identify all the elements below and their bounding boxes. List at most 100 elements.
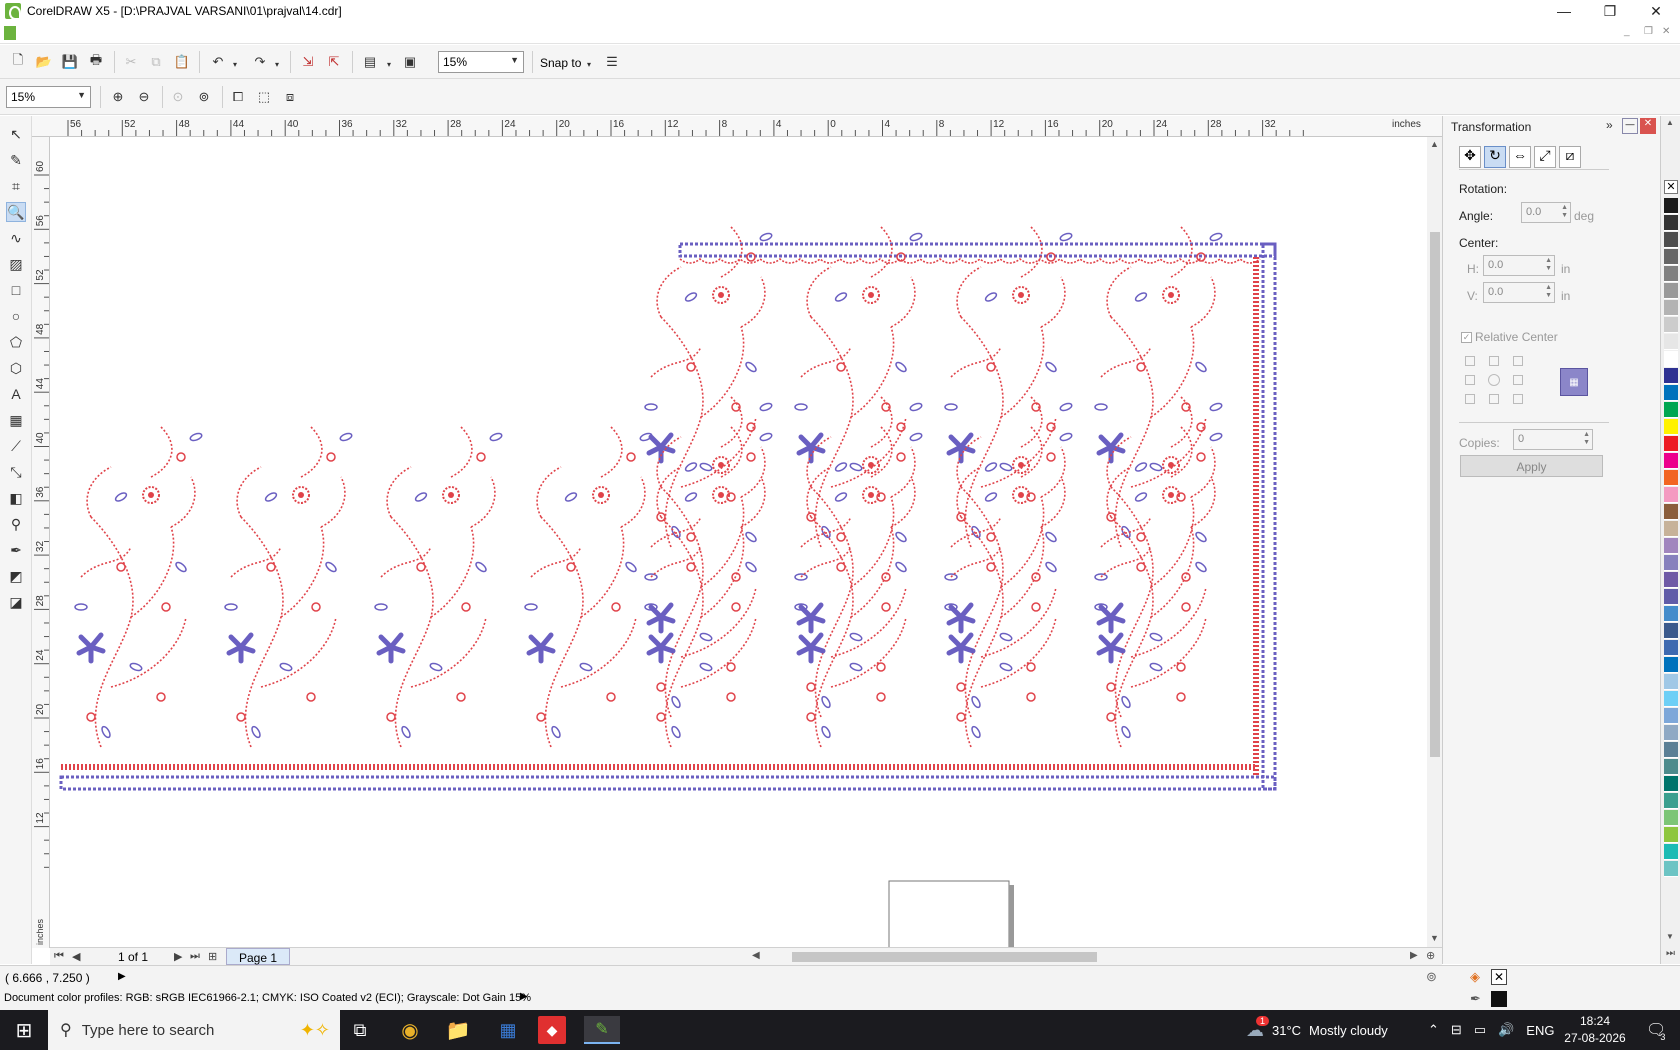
zoom-levels-combo[interactable]: 15% ▼ <box>438 51 524 73</box>
horizontal-scrollbar[interactable]: ◀ ▶ ⊕ <box>750 948 1440 966</box>
relative-center-checkbox[interactable]: ✓ <box>1461 332 1472 343</box>
doc-minimize-icon[interactable]: _ <box>1624 26 1630 37</box>
clock[interactable]: 18:24 27-08-2026 <box>1560 1013 1630 1047</box>
cut-icon[interactable]: ✂ <box>121 52 141 72</box>
maximize-button[interactable]: ❐ <box>1587 0 1633 22</box>
zoom-to-all-objects-icon[interactable]: ⊚ <box>194 87 214 107</box>
calculator-icon[interactable]: ▦ <box>490 1016 526 1044</box>
welcome-screen-icon[interactable]: ▣ <box>400 52 420 72</box>
color-swatch[interactable] <box>1664 572 1678 588</box>
color-swatch[interactable] <box>1664 453 1678 469</box>
basic-shapes-tool-icon[interactable]: ⬡ <box>6 358 26 378</box>
color-swatch[interactable] <box>1664 538 1678 554</box>
color-swatch[interactable] <box>1664 759 1678 775</box>
fill-none-swatch[interactable]: ✕ <box>1491 969 1507 985</box>
crop-tool-icon[interactable]: ⌗ <box>6 176 26 196</box>
embroidery-design[interactable] <box>51 137 1427 947</box>
doc-restore-icon[interactable]: ❐ <box>1644 26 1653 37</box>
eyedropper-tool-icon[interactable]: ⚲ <box>6 514 26 534</box>
color-swatch[interactable] <box>1664 215 1678 231</box>
scroll-left-icon[interactable]: ◀ <box>752 950 760 961</box>
first-page-icon[interactable]: ⏮ <box>54 950 64 963</box>
file-explorer-icon[interactable]: 📁 <box>440 1016 476 1044</box>
spin-arrows-icon[interactable]: ▲ ▼ <box>1545 284 1552 300</box>
print-icon[interactable]: 🖶 <box>86 52 106 72</box>
options-icon[interactable]: ☰ <box>602 52 622 72</box>
color-swatch[interactable] <box>1664 249 1678 265</box>
color-swatch[interactable] <box>1664 691 1678 707</box>
document-icon[interactable] <box>4 26 16 40</box>
snap-dropdown-icon[interactable]: ▾ <box>584 54 594 74</box>
scroll-down-icon[interactable]: ▼ <box>1430 933 1439 943</box>
color-swatch[interactable] <box>1664 555 1678 571</box>
vertical-scroll-thumb[interactable] <box>1430 232 1440 757</box>
redo-icon[interactable]: ↷ <box>250 52 270 72</box>
color-swatch[interactable] <box>1664 589 1678 605</box>
connector-tool-icon[interactable]: ⤡ <box>6 462 26 482</box>
weather-widget[interactable]: ☁ 1 31°C Mostly cloudy <box>1246 1010 1388 1050</box>
spin-arrows-icon[interactable]: ▲ ▼ <box>1545 257 1552 273</box>
color-swatch[interactable] <box>1664 334 1678 350</box>
zoom-to-page-width-icon[interactable]: ⬚ <box>254 87 274 107</box>
rectangle-tool-icon[interactable]: □ <box>6 280 26 300</box>
import-icon[interactable]: ⇲ <box>298 52 318 72</box>
color-swatch[interactable] <box>1664 300 1678 316</box>
dimension-tool-icon[interactable]: ⟋ <box>6 436 26 456</box>
color-swatch[interactable] <box>1664 810 1678 826</box>
zoom-in-icon[interactable]: ⊕ <box>108 87 128 107</box>
color-swatch[interactable] <box>1664 844 1678 860</box>
color-swatch[interactable] <box>1664 351 1678 367</box>
palette-scroll-up-icon[interactable]: ▲ <box>1666 118 1674 127</box>
color-swatch[interactable] <box>1664 470 1678 486</box>
smart-fill-tool-icon[interactable]: ▨ <box>6 254 26 274</box>
table-tool-icon[interactable]: ▦ <box>6 410 26 430</box>
undo-icon[interactable]: ↶ <box>208 52 228 72</box>
doc-close-icon[interactable]: ✕ <box>1662 26 1670 37</box>
color-swatch[interactable] <box>1664 385 1678 401</box>
new-document-icon[interactable]: 🗋 <box>8 52 28 72</box>
color-swatch[interactable] <box>1664 283 1678 299</box>
color-swatch[interactable] <box>1664 368 1678 384</box>
spin-arrows-icon[interactable]: ▲ ▼ <box>1583 431 1590 447</box>
color-swatch[interactable] <box>1664 504 1678 520</box>
color-swatch[interactable] <box>1664 623 1678 639</box>
color-swatch[interactable] <box>1664 776 1678 792</box>
zoom-out-icon[interactable]: ⊖ <box>134 87 154 107</box>
angle-input[interactable]: 0.0 ▲ ▼ <box>1521 202 1571 223</box>
color-swatch[interactable] <box>1664 793 1678 809</box>
anydesk-icon[interactable]: ◆ <box>538 1016 566 1044</box>
snap-to-button[interactable]: Snap to <box>540 56 581 70</box>
color-swatch[interactable] <box>1664 487 1678 503</box>
last-page-icon[interactable]: ⏭ <box>190 950 200 963</box>
scroll-right-icon[interactable]: ▶ <box>1410 950 1418 961</box>
task-view-icon[interactable]: ⧉ <box>342 1016 378 1044</box>
start-windows-icon[interactable]: ⊞ <box>6 1016 42 1044</box>
color-swatch[interactable] <box>1664 266 1678 282</box>
scroll-up-icon[interactable]: ▲ <box>1430 139 1439 149</box>
launcher-dropdown-icon[interactable]: ▾ <box>384 54 394 74</box>
zoom-property-combo[interactable]: 15% ▼ <box>6 86 91 108</box>
color-swatch[interactable] <box>1664 436 1678 452</box>
show-hidden-icons-icon[interactable]: ⌃ <box>1428 1022 1439 1038</box>
ellipse-tool-icon[interactable]: ○ <box>6 306 26 326</box>
copies-input[interactable]: 0 ▲ ▼ <box>1513 429 1593 450</box>
color-swatch[interactable] <box>1664 861 1678 877</box>
page-tab[interactable]: Page 1 <box>226 948 291 965</box>
palette-expand-icon[interactable]: ⏭ <box>1666 948 1675 959</box>
polygon-tool-icon[interactable]: ⬠ <box>6 332 26 352</box>
outline-color-swatch[interactable] <box>1491 991 1507 1007</box>
spin-arrows-icon[interactable]: ▲ ▼ <box>1561 204 1568 220</box>
skew-mode-icon[interactable]: ⧄ <box>1559 146 1581 168</box>
scale-mirror-mode-icon[interactable]: ⇔ <box>1509 146 1531 168</box>
color-swatch[interactable] <box>1664 725 1678 741</box>
language-indicator[interactable]: ENG <box>1526 1023 1554 1038</box>
color-swatch[interactable] <box>1664 232 1678 248</box>
taskbar-search-box[interactable]: ⚲ Type here to search ✦✧ <box>48 1010 340 1050</box>
pick-tool-icon[interactable]: ↖ <box>6 124 26 144</box>
outline-tool-icon[interactable]: ✒ <box>6 540 26 560</box>
copy-icon[interactable]: ⧉ <box>146 52 166 72</box>
profiles-arrow-icon[interactable]: ▶ <box>520 991 528 1002</box>
position-mode-icon[interactable]: ✥ <box>1459 146 1481 168</box>
blend-tool-icon[interactable]: ◧ <box>6 488 26 508</box>
outline-pen-icon[interactable]: ✒ <box>1470 991 1481 1007</box>
